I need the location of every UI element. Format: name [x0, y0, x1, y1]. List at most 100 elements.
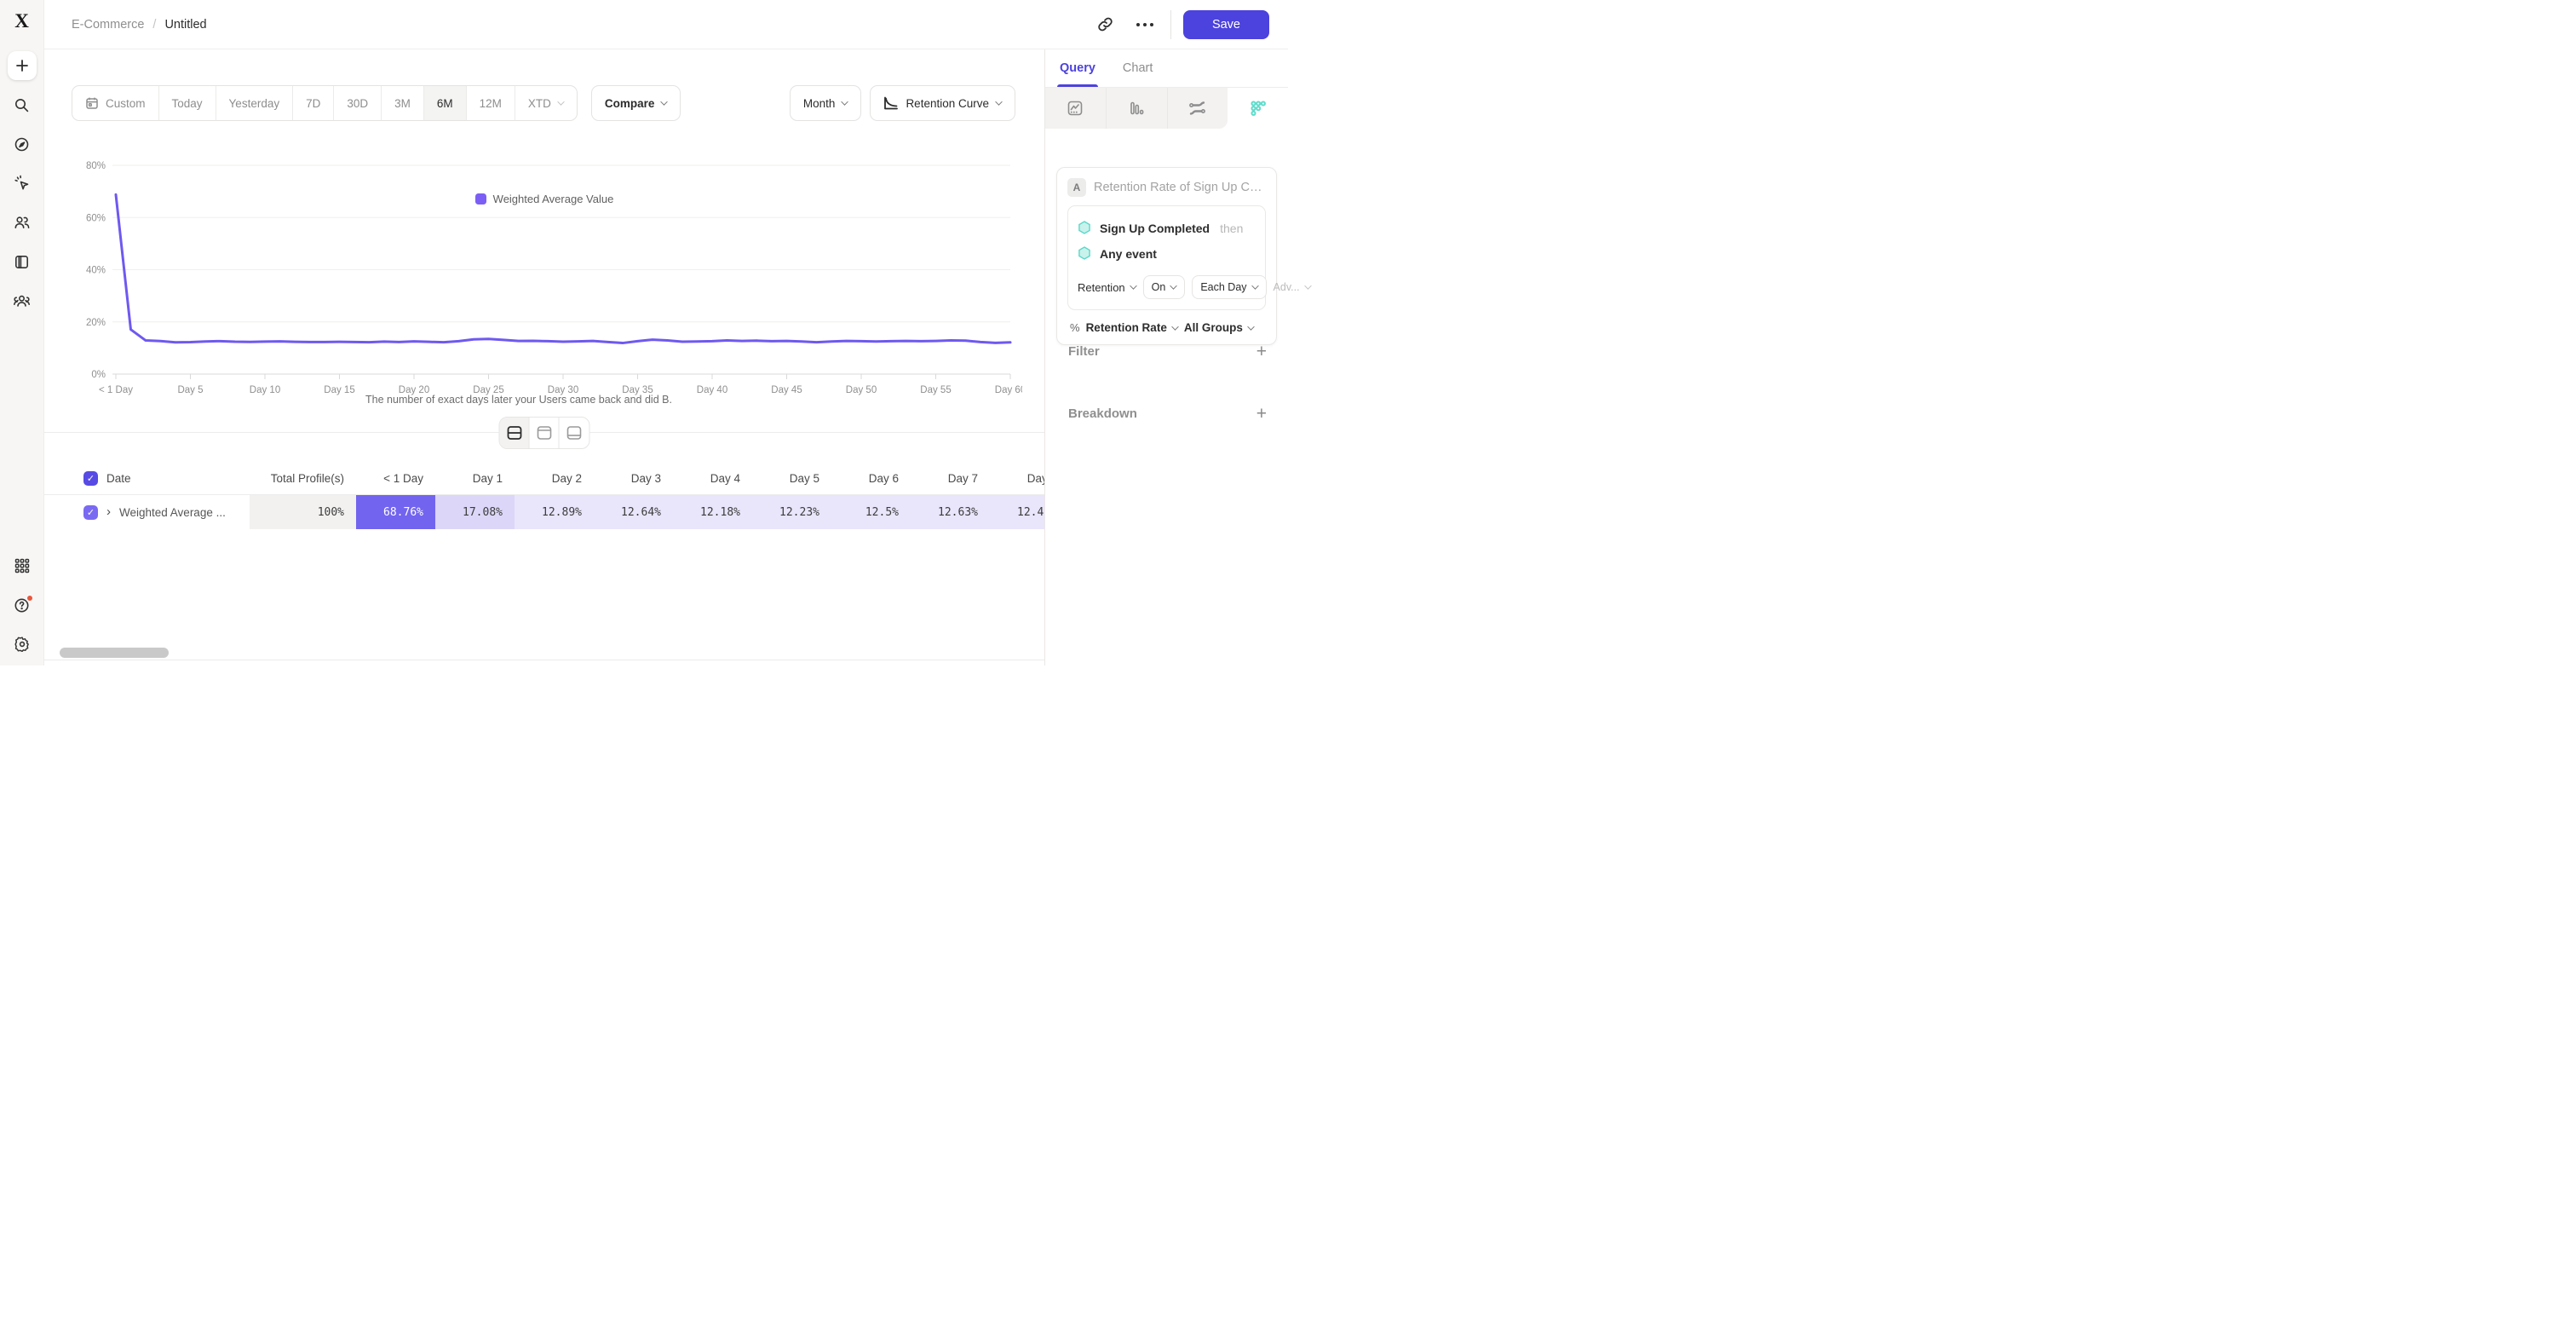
return-event-row[interactable]: Any event	[1078, 241, 1256, 267]
column-header: Day 2	[515, 472, 594, 485]
report-type-switcher	[1045, 88, 1288, 129]
search-icon	[14, 97, 30, 113]
event-hexagon-icon	[1078, 221, 1091, 236]
value-cell: 12.64%	[594, 495, 673, 529]
sidebar-item-search[interactable]	[8, 90, 37, 119]
value-cell: 12.23%	[752, 495, 831, 529]
compare-button[interactable]: Compare	[591, 85, 681, 121]
app-window: X	[0, 0, 1288, 666]
column-header: Day 1	[435, 472, 515, 485]
breakdown-label: Breakdown	[1068, 406, 1137, 421]
flows-icon	[1188, 100, 1206, 117]
flows-report-button[interactable]	[1168, 88, 1228, 129]
calendar-icon	[85, 96, 99, 110]
chart-type-dropdown[interactable]: Retention Curve	[870, 85, 1015, 121]
range-today[interactable]: Today	[159, 86, 216, 120]
horizontal-scrollbar-thumb[interactable]	[60, 648, 169, 658]
top-bar: E-Commerce / Untitled Save	[44, 0, 1288, 49]
more-options-button[interactable]	[1131, 11, 1159, 38]
select-all-checkbox[interactable]: ✓	[83, 471, 98, 486]
y-axis-label: 40%	[86, 266, 106, 276]
retention-icon	[1250, 100, 1267, 117]
funnels-icon	[1128, 100, 1145, 117]
add-breakdown-button[interactable]: +	[1256, 405, 1267, 423]
copy-link-button[interactable]	[1092, 11, 1119, 38]
groups-dropdown[interactable]: All Groups	[1184, 321, 1254, 334]
range-3m[interactable]: 3M	[382, 86, 424, 120]
breadcrumb: E-Commerce / Untitled	[72, 18, 207, 32]
on-dropdown[interactable]: On	[1143, 275, 1186, 299]
first-event-row[interactable]: Sign Up Completed then	[1078, 216, 1256, 241]
sidebar-item-users[interactable]	[8, 208, 37, 237]
sidebar-item-settings[interactable]	[8, 630, 37, 659]
range-yesterday[interactable]: Yesterday	[216, 86, 294, 120]
value-cell: 12.89%	[515, 495, 594, 529]
cursor-click-icon	[14, 175, 31, 192]
table-only-view-icon	[566, 425, 583, 441]
series-title[interactable]: Retention Rate of Sign Up Compl...	[1094, 181, 1266, 194]
create-new-button[interactable]	[8, 51, 37, 80]
add-filter-button[interactable]: +	[1256, 343, 1267, 360]
tab-query[interactable]: Query	[1060, 49, 1095, 87]
value-cell: 12.49%	[990, 495, 1044, 529]
column-header: Day 5	[752, 472, 831, 485]
y-axis-label: 20%	[86, 318, 106, 328]
filter-section: Filter +	[1068, 343, 1267, 360]
date-range-segmented-control: CustomTodayYesterday7D30D3M6M12MXTD	[72, 85, 578, 121]
breadcrumb-page-title[interactable]: Untitled	[164, 18, 206, 32]
retention-curve-icon	[883, 96, 899, 110]
value-cell: 17.08%	[435, 495, 515, 529]
interval-dropdown[interactable]: Each Day	[1192, 275, 1266, 299]
split-view-button[interactable]	[500, 418, 530, 448]
value-cell: 12.63%	[911, 495, 990, 529]
retention-report-button[interactable]	[1228, 88, 1288, 129]
range-7d[interactable]: 7D	[293, 86, 334, 120]
breadcrumb-project[interactable]: E-Commerce	[72, 18, 144, 32]
retention-line-chart: 0%20%40%60%80%< 1 DayDay 5Day 10Day 15Da…	[75, 158, 1022, 414]
range-xtd[interactable]: XTD	[515, 86, 577, 120]
table-only-view-button[interactable]	[560, 418, 589, 448]
funnels-report-button[interactable]	[1107, 88, 1168, 129]
range-custom[interactable]: Custom	[72, 86, 159, 120]
row-expand-chevron[interactable]: ›	[106, 504, 111, 519]
advanced-dropdown[interactable]: Adv...	[1274, 281, 1311, 293]
retention-type-dropdown[interactable]: Retention	[1078, 281, 1136, 294]
chart-only-view-button[interactable]	[530, 418, 560, 448]
column-header: Day 4	[673, 472, 752, 485]
granularity-dropdown[interactable]: Month	[790, 85, 862, 121]
group-icon	[13, 293, 31, 308]
y-axis-label: 0%	[91, 370, 106, 380]
range-6m[interactable]: 6M	[424, 86, 467, 120]
row-checkbox[interactable]: ✓	[83, 505, 98, 520]
sidebar-item-apps[interactable]	[8, 551, 37, 580]
range-30d[interactable]: 30D	[334, 86, 382, 120]
chart-only-view-icon	[536, 425, 552, 441]
sidebar-item-boards[interactable]	[8, 247, 37, 276]
gear-icon	[14, 636, 31, 653]
sidebar-item-cohorts[interactable]	[8, 286, 37, 315]
sidebar-item-events[interactable]	[8, 169, 37, 198]
column-header: < 1 Day	[356, 472, 435, 485]
topbar-divider	[1170, 10, 1171, 39]
column-header: Day 6	[831, 472, 911, 485]
breadcrumb-separator: /	[152, 18, 156, 32]
compass-icon	[14, 136, 30, 153]
date-column-header: Date	[106, 472, 131, 485]
breakdown-section: Breakdown +	[1068, 405, 1267, 423]
query-builder-card: A Retention Rate of Sign Up Compl... Sig…	[1056, 167, 1277, 345]
insights-report-button[interactable]	[1045, 88, 1107, 129]
sidebar-item-explore[interactable]	[8, 130, 37, 158]
retention-line-series	[116, 194, 1010, 343]
sidebar-item-help[interactable]	[8, 591, 37, 619]
insights-icon	[1067, 100, 1084, 117]
measure-dropdown[interactable]: Retention Rate	[1086, 321, 1178, 334]
value-cell: 100%	[250, 495, 356, 529]
event-hexagon-icon	[1078, 246, 1091, 262]
percent-icon: %	[1070, 321, 1080, 334]
range-12m[interactable]: 12M	[467, 86, 515, 120]
mixpanel-logo[interactable]: X	[14, 11, 29, 31]
left-nav-sidebar: X	[0, 0, 44, 666]
table-row: ✓ › Weighted Average ... 100%68.76%17.08…	[44, 495, 1044, 529]
tab-chart[interactable]: Chart	[1123, 49, 1153, 87]
save-button[interactable]: Save	[1183, 10, 1269, 39]
